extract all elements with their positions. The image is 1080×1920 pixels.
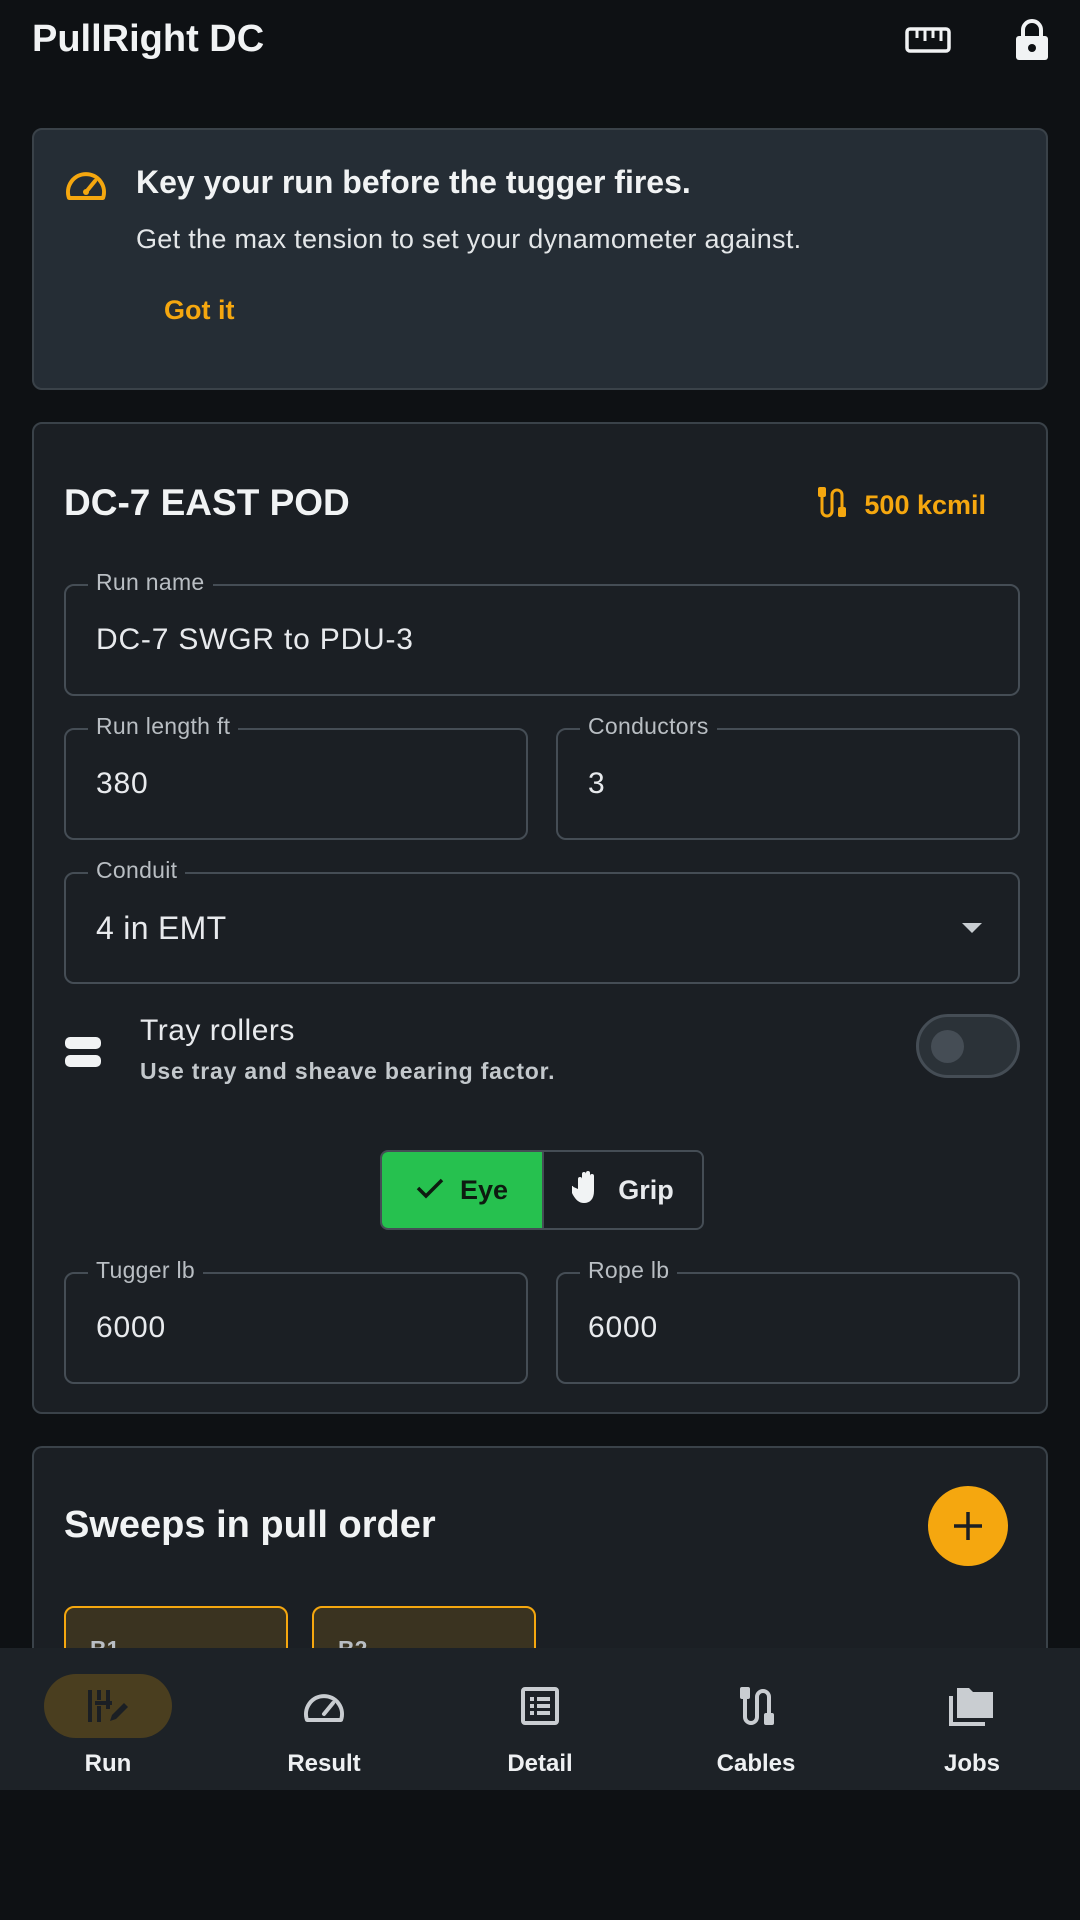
- hand-icon: [569, 1169, 602, 1212]
- run-length-field[interactable]: Run length ft 380: [64, 713, 528, 840]
- banner-title: Key your run before the tugger fires.: [136, 164, 691, 200]
- info-banner: Key your run before the tugger fires. Ge…: [32, 128, 1048, 390]
- sweeps-title: Sweeps in pull order: [64, 1504, 436, 1546]
- tray-rollers-row: Tray rollers Use tray and sheave bearing…: [64, 1012, 1020, 1098]
- tray-rollers-subtitle: Use tray and sheave bearing factor.: [140, 1058, 556, 1084]
- cable-icon: [692, 1674, 820, 1738]
- nav-label-result: Result: [287, 1750, 361, 1777]
- nav-item-result[interactable]: Result: [216, 1648, 432, 1790]
- tray-rollers-toggle[interactable]: [916, 1014, 1020, 1078]
- conduit-value: 4 in EMT: [96, 909, 227, 946]
- ruler-icon[interactable]: [904, 16, 952, 64]
- grip-option[interactable]: Grip: [542, 1152, 702, 1228]
- grip-label: Grip: [618, 1174, 674, 1205]
- banner-text: Get the max tension to set your dynamome…: [136, 224, 802, 254]
- run-edit-icon: [44, 1674, 172, 1738]
- run-form-card: DC-7 EAST POD 500 kcmil Run name DC-7 SW…: [32, 422, 1048, 1414]
- check-icon: [416, 1175, 444, 1206]
- nav-item-cables[interactable]: Cables: [648, 1648, 864, 1790]
- app-title: PullRight DC: [32, 18, 265, 60]
- eye-label: Eye: [459, 1174, 509, 1205]
- gauge-icon: [64, 166, 108, 207]
- folders-icon: [908, 1674, 1036, 1738]
- toggle-knob: [931, 1030, 964, 1063]
- bottom-navigation: Run Result Detail Cables Jobs: [0, 1648, 1080, 1790]
- nav-label-cables: Cables: [716, 1750, 796, 1777]
- conductors-value[interactable]: 3: [588, 730, 606, 838]
- rope-field[interactable]: Rope lb 6000: [556, 1257, 1020, 1384]
- got-it-button[interactable]: Got it: [144, 280, 254, 340]
- nav-item-run[interactable]: Run: [0, 1648, 216, 1790]
- eye-option[interactable]: Eye: [382, 1152, 542, 1228]
- nav-label-jobs: Jobs: [943, 1750, 1000, 1777]
- run-length-value[interactable]: 380: [96, 730, 148, 838]
- cable-size-label: 500 kcmil: [864, 489, 986, 520]
- section-title: DC-7 EAST POD: [64, 482, 350, 523]
- tugger-field[interactable]: Tugger lb 6000: [64, 1257, 528, 1384]
- cable-size-chip[interactable]: 500 kcmil: [786, 480, 1016, 530]
- pull-attach-segmented: Eye Grip: [380, 1150, 704, 1230]
- chevron-down-icon[interactable]: [962, 923, 982, 933]
- nav-item-detail[interactable]: Detail: [432, 1648, 648, 1790]
- conduit-select[interactable]: Conduit 4 in EMT: [64, 857, 1020, 984]
- tugger-value[interactable]: 6000: [96, 1274, 166, 1382]
- tray-icon: [64, 1036, 102, 1073]
- nav-label-detail: Detail: [507, 1750, 573, 1777]
- conductors-field[interactable]: Conductors 3: [556, 713, 1020, 840]
- run-name-value[interactable]: DC-7 SWGR to PDU-3: [96, 586, 414, 694]
- plus-icon: [954, 1512, 982, 1540]
- nav-item-jobs[interactable]: Jobs: [864, 1648, 1080, 1790]
- top-app-bar: PullRight DC: [0, 0, 1080, 80]
- nav-label-run: Run: [84, 1750, 132, 1777]
- list-icon: [476, 1674, 604, 1738]
- add-sweep-button[interactable]: [928, 1486, 1008, 1566]
- cable-icon: [816, 485, 847, 526]
- gauge-icon: [260, 1674, 388, 1738]
- rope-value[interactable]: 6000: [588, 1274, 658, 1382]
- run-name-field[interactable]: Run name DC-7 SWGR to PDU-3: [64, 569, 1020, 696]
- tray-rollers-title: Tray rollers: [140, 1014, 295, 1047]
- lock-icon[interactable]: [1008, 16, 1056, 64]
